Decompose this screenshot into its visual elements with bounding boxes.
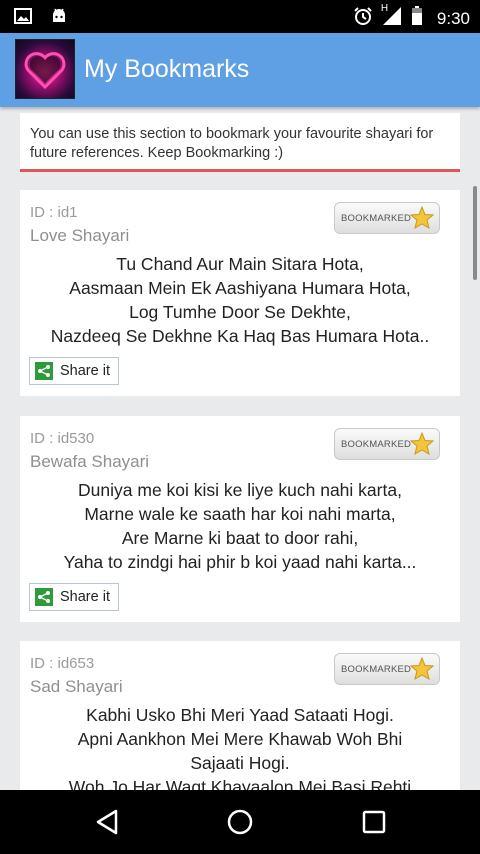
alarm-icon [353, 6, 373, 31]
heart-icon [24, 52, 66, 90]
page-title: My Bookmarks [84, 55, 250, 83]
shayari-line: Yaha to zindgi hai phir b koi yaad nahi … [63, 552, 417, 572]
back-icon[interactable] [94, 808, 120, 841]
shayari-line: Marne wale ke saath har koi nahi marta, [84, 504, 396, 524]
shayari-line: Sajaati Hogi. [190, 753, 290, 773]
star-icon [410, 432, 434, 456]
bookmarked-label: BOOKMARKED [341, 438, 412, 450]
shayari-card: ID : id1 Love Shayari BOOKMARKED Tu Chan… [20, 190, 460, 396]
bookmarked-label: BOOKMARKED [341, 212, 412, 224]
share-icon [35, 588, 53, 606]
network-type-label: H [380, 3, 389, 14]
status-time: 9:30 [436, 8, 470, 28]
bookmarked-label: BOOKMARKED [341, 663, 412, 675]
share-label: Share it [60, 589, 110, 605]
shayari-line: Are Marne ki baat to door rahi, [121, 528, 359, 548]
signal-icon: H [380, 3, 403, 31]
bookmarked-button[interactable]: BOOKMARKED [334, 202, 440, 234]
battery-icon [411, 6, 423, 31]
android-icon [50, 8, 68, 29]
share-button[interactable]: Share it [29, 357, 119, 385]
shayari-category: Sad Shayari [30, 677, 123, 696]
image-icon [14, 8, 32, 29]
shayari-card: ID : id653 Sad Shayari BOOKMARKED Kabhi … [20, 641, 460, 790]
shayari-text: Tu Chand Aur Main Sitara Hota, Aasmaan M… [20, 252, 460, 348]
shayari-line: Nazdeeq Se Dekhne Ka Haq Bas Humara Hota… [50, 326, 430, 346]
shayari-line: Woh Jo Har Waqt Khayaalon Mei Basi Rehti [68, 777, 412, 790]
share-label: Share it [60, 363, 110, 379]
recent-apps-icon[interactable] [361, 808, 387, 841]
shayari-id: ID : id653 [30, 655, 95, 672]
app-bar: My Bookmarks [0, 33, 480, 107]
status-bar: H 9:30 [0, 0, 480, 33]
navigation-bar [0, 790, 480, 854]
shayari-line: Aasmaan Mein Ek Aashiyana Humara Hota, [69, 278, 411, 298]
bookmarked-button[interactable]: BOOKMARKED [334, 428, 440, 460]
shayari-card: ID : id530 Bewafa Shayari BOOKMARKED Dun… [20, 416, 460, 622]
star-icon [410, 206, 434, 230]
shayari-line: Apni Aankhon Mei Mere Khawab Woh Bhi [77, 729, 403, 749]
shayari-id: ID : id530 [30, 430, 95, 447]
shayari-line: Kabhi Usko Bhi Meri Yaad Sataati Hogi. [86, 705, 394, 725]
shayari-line: Duniya me koi kisi ke liye kuch nahi kar… [78, 480, 402, 500]
info-banner: You can use this section to bookmark you… [20, 113, 460, 172]
app-logo[interactable] [15, 39, 75, 99]
shayari-category: Love Shayari [30, 226, 130, 245]
shayari-id: ID : id1 [30, 204, 78, 221]
star-icon [410, 657, 434, 681]
shayari-text: Duniya me koi kisi ke liye kuch nahi kar… [20, 478, 460, 574]
bookmarked-button[interactable]: BOOKMARKED [334, 653, 440, 685]
shayari-category: Bewafa Shayari [30, 452, 150, 471]
share-icon [35, 362, 53, 380]
share-button[interactable]: Share it [29, 583, 119, 611]
scrollbar[interactable] [473, 186, 477, 280]
shayari-text: Kabhi Usko Bhi Meri Yaad Sataati Hogi. A… [20, 703, 460, 790]
info-text: You can use this section to bookmark you… [30, 126, 434, 161]
home-icon[interactable] [226, 808, 254, 841]
shayari-line: Tu Chand Aur Main Sitara Hota, [116, 254, 364, 274]
shayari-line: Log Tumhe Door Se Dekhte, [129, 302, 351, 322]
